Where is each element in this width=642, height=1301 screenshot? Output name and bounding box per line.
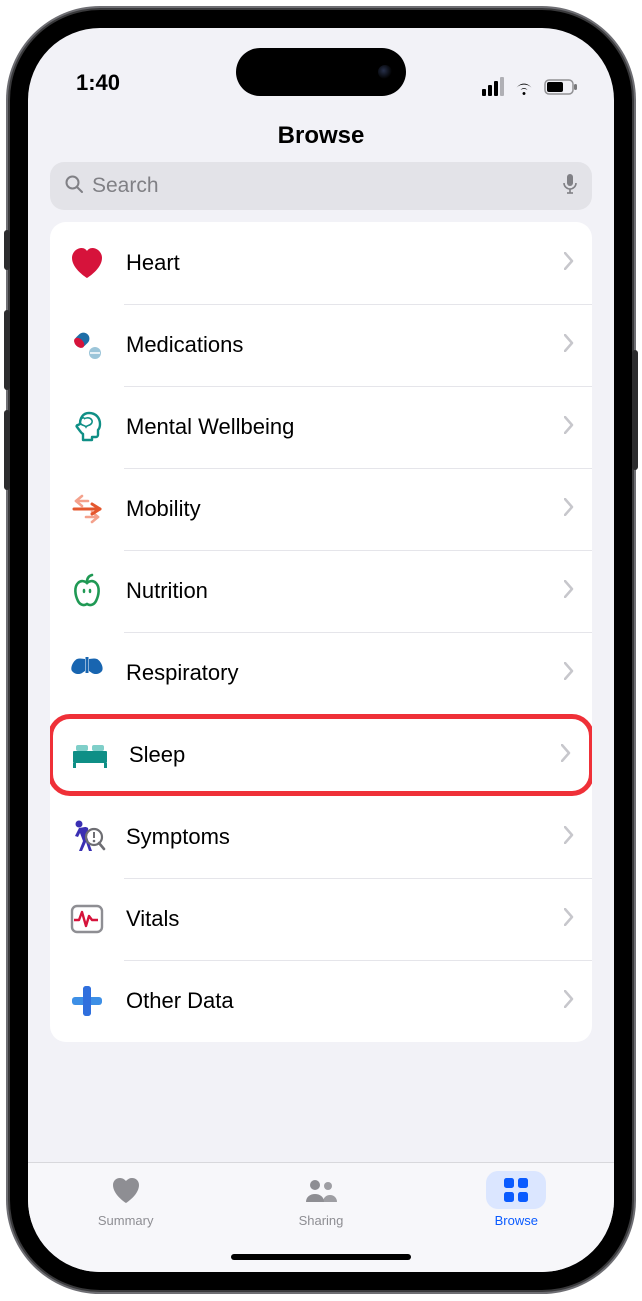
category-list: Heart (50, 222, 592, 1042)
chevron-right-icon (564, 826, 574, 849)
power-button (632, 350, 638, 470)
category-label: Sleep (129, 742, 561, 768)
page-header: Browse (28, 98, 614, 158)
silent-switch (4, 230, 10, 270)
front-camera (378, 65, 392, 79)
category-row-mobility[interactable]: Mobility (50, 468, 592, 550)
category-label: Heart (126, 250, 564, 276)
chevron-right-icon (564, 334, 574, 357)
wifi-icon (512, 78, 536, 96)
category-row-sleep[interactable]: Sleep (50, 714, 592, 796)
heart-icon (64, 240, 110, 286)
status-time: 1:40 (76, 70, 120, 96)
category-label: Other Data (126, 988, 564, 1014)
tab-label: Browse (495, 1213, 538, 1228)
page-title: Browse (28, 122, 614, 150)
battery-icon (544, 79, 578, 95)
vitals-icon (64, 896, 110, 942)
category-row-vitals[interactable]: Vitals (50, 878, 592, 960)
sharing-icon (291, 1171, 351, 1209)
tab-label: Sharing (299, 1213, 344, 1228)
symptoms-icon (64, 814, 110, 860)
category-row-respiratory[interactable]: Respiratory (50, 632, 592, 714)
tab-browse[interactable]: Browse (419, 1171, 614, 1272)
chevron-right-icon (564, 662, 574, 685)
volume-up-button (4, 310, 10, 390)
search-placeholder: Search (92, 174, 554, 198)
mobility-icon (64, 486, 110, 532)
category-row-heart[interactable]: Heart (50, 222, 592, 304)
category-row-mental-wellbeing[interactable]: Mental Wellbeing (50, 386, 592, 468)
chevron-right-icon (561, 744, 571, 767)
chevron-right-icon (564, 908, 574, 931)
category-label: Symptoms (126, 824, 564, 850)
summary-icon (96, 1171, 156, 1209)
category-label: Mental Wellbeing (126, 414, 564, 440)
category-label: Respiratory (126, 660, 564, 686)
category-row-symptoms[interactable]: Symptoms (50, 796, 592, 878)
nutrition-icon (64, 568, 110, 614)
chevron-right-icon (564, 416, 574, 439)
other-data-icon (64, 978, 110, 1024)
tab-summary[interactable]: Summary (28, 1171, 223, 1272)
chevron-right-icon (564, 252, 574, 275)
microphone-icon[interactable] (562, 173, 578, 200)
screen: 1:40 Browse Searc (28, 28, 614, 1272)
browse-icon (486, 1171, 546, 1209)
sleep-icon (67, 732, 113, 778)
chevron-right-icon (564, 580, 574, 603)
chevron-right-icon (564, 990, 574, 1013)
content-scroll[interactable]: Heart (28, 222, 614, 1162)
tab-label: Summary (98, 1213, 154, 1228)
category-row-medications[interactable]: Medications (50, 304, 592, 386)
home-indicator[interactable] (231, 1254, 411, 1260)
search-icon (64, 174, 84, 199)
medications-icon (64, 322, 110, 368)
phone-frame: 1:40 Browse Searc (10, 10, 632, 1290)
cellular-signal-icon (482, 77, 504, 96)
category-row-other-data[interactable]: Other Data (50, 960, 592, 1042)
category-label: Vitals (126, 906, 564, 932)
mental-wellbeing-icon (64, 404, 110, 450)
search-field[interactable]: Search (50, 162, 592, 210)
volume-down-button (4, 410, 10, 490)
dynamic-island (236, 48, 406, 96)
category-label: Medications (126, 332, 564, 358)
category-label: Mobility (126, 496, 564, 522)
category-row-nutrition[interactable]: Nutrition (50, 550, 592, 632)
respiratory-icon (64, 650, 110, 696)
category-label: Nutrition (126, 578, 564, 604)
chevron-right-icon (564, 498, 574, 521)
